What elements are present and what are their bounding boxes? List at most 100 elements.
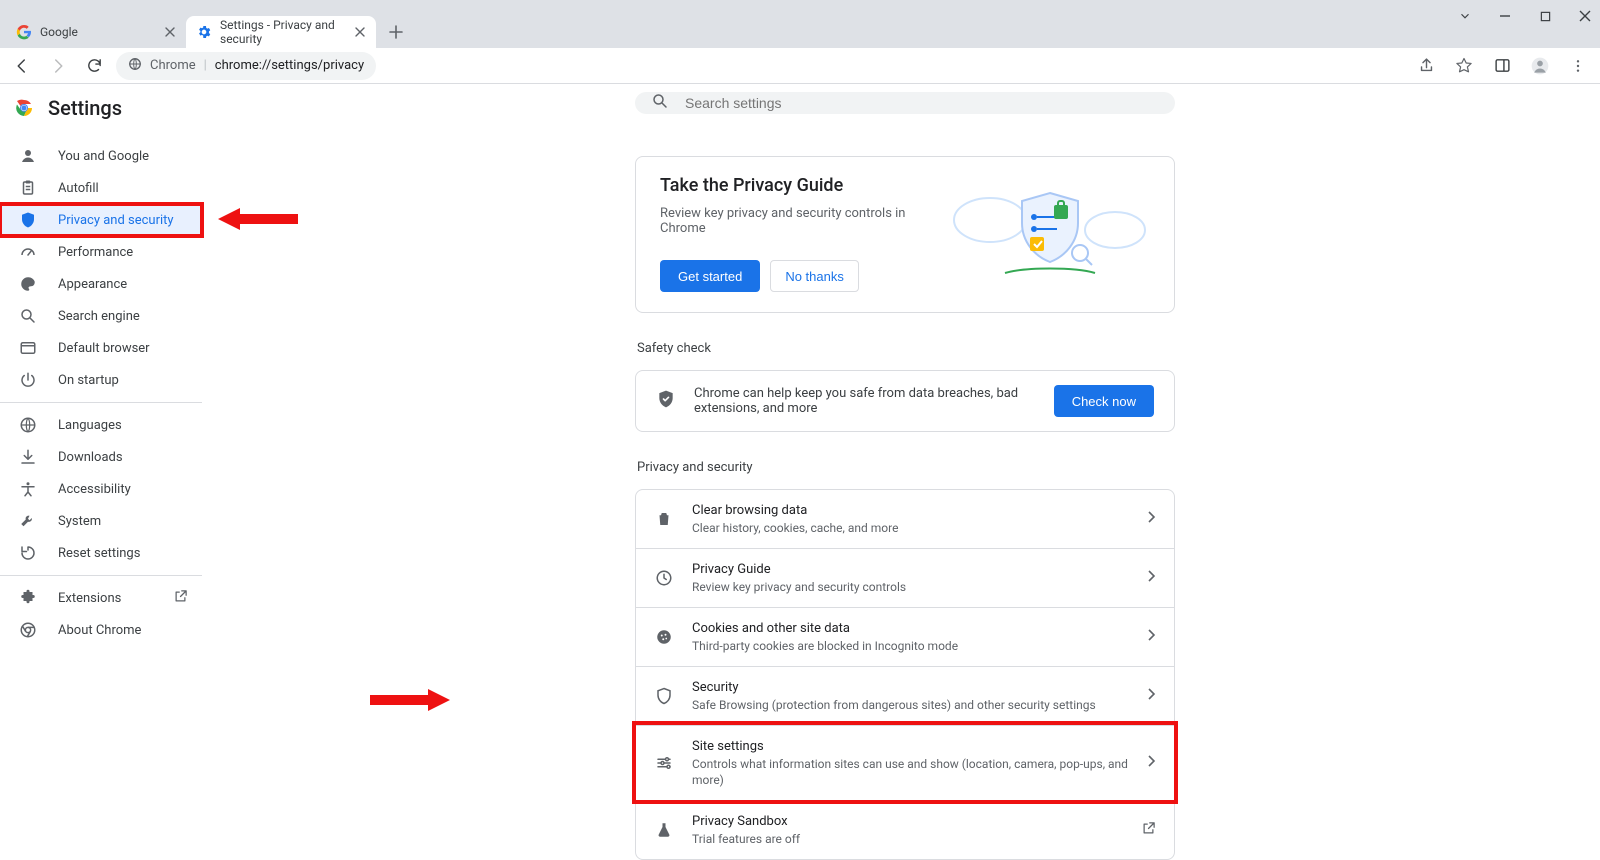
wrench-icon: [18, 511, 38, 531]
share-icon[interactable]: [1412, 52, 1440, 80]
row-clear-browsing-data[interactable]: Clear browsing dataClear history, cookie…: [636, 490, 1174, 548]
forward-button[interactable]: [44, 52, 72, 80]
chrome-outline-icon: [18, 620, 38, 640]
close-tab-icon[interactable]: [352, 24, 368, 40]
sidebar-item-label: Default browser: [58, 341, 150, 356]
browser-tab-strip: Google Settings - Privacy and security: [0, 0, 1600, 48]
settings-favicon-icon: [196, 24, 212, 40]
clipboard-icon: [18, 178, 38, 198]
sidebar-item-label: About Chrome: [58, 623, 141, 638]
chevron-right-icon: [1148, 688, 1156, 704]
globe-icon: [18, 415, 38, 435]
sidebar-item-languages[interactable]: Languages: [0, 409, 202, 441]
url-path: chrome://settings/privacy: [215, 58, 364, 73]
sidebar-item-performance[interactable]: Performance: [0, 236, 202, 268]
window-controls: [1456, 0, 1594, 32]
chevron-right-icon: [1148, 511, 1156, 527]
chevron-right-icon: [1148, 570, 1156, 586]
privacy-security-list: Clear browsing dataClear history, cookie…: [635, 489, 1175, 860]
section-label-safety-check: Safety check: [637, 341, 1175, 356]
privacy-guide-illustration: [950, 175, 1150, 285]
sidebar-item-label: Downloads: [58, 450, 123, 465]
chevron-down-icon[interactable]: [1456, 7, 1474, 25]
sidebar-item-label: Accessibility: [58, 482, 131, 497]
sidebar-item-label: Reset settings: [58, 546, 140, 561]
browser-toolbar: Chrome | chrome://settings/privacy: [0, 48, 1600, 84]
privacy-guide-title: Take the Privacy Guide: [660, 175, 930, 196]
sidebar-item-autofill[interactable]: Autofill: [0, 172, 202, 204]
row-security[interactable]: SecuritySafe Browsing (protection from d…: [636, 666, 1174, 725]
flask-icon: [654, 820, 674, 840]
row-privacy-sandbox[interactable]: Privacy SandboxTrial features are off: [636, 800, 1174, 859]
sidebar-item-label: Performance: [58, 245, 133, 260]
side-panel-icon[interactable]: [1488, 52, 1516, 80]
sidebar-item-label: Search engine: [58, 309, 140, 324]
open-in-new-icon: [173, 589, 188, 608]
sidebar-item-you-and-google[interactable]: You and Google: [0, 140, 202, 172]
maximize-icon[interactable]: [1536, 7, 1554, 25]
settings-search[interactable]: [635, 92, 1175, 114]
no-thanks-button[interactable]: No thanks: [770, 260, 859, 292]
chevron-right-icon: [1148, 755, 1156, 771]
compass-icon: [654, 568, 674, 588]
sidebar-item-label: On startup: [58, 373, 119, 388]
shield-icon: [18, 210, 38, 230]
sidebar-item-about-chrome[interactable]: About Chrome: [0, 614, 202, 646]
sidebar-item-label: System: [58, 514, 101, 529]
sidebar-item-label: Languages: [58, 418, 122, 433]
sidebar-item-search-engine[interactable]: Search engine: [0, 300, 202, 332]
privacy-guide-card: Take the Privacy Guide Review key privac…: [635, 156, 1175, 313]
chrome-menu-icon[interactable]: [1564, 52, 1592, 80]
sidebar-item-accessibility[interactable]: Accessibility: [0, 473, 202, 505]
tab-label: Settings - Privacy and security: [220, 18, 342, 46]
minimize-icon[interactable]: [1496, 7, 1514, 25]
close-window-icon[interactable]: [1576, 7, 1594, 25]
open-in-new-icon: [1141, 821, 1156, 840]
bookmark-star-icon[interactable]: [1450, 52, 1478, 80]
search-icon: [651, 92, 669, 114]
new-tab-button[interactable]: [382, 18, 410, 46]
sidebar-item-appearance[interactable]: Appearance: [0, 268, 202, 300]
reload-button[interactable]: [80, 52, 108, 80]
accessibility-icon: [18, 479, 38, 499]
download-icon: [18, 447, 38, 467]
sidebar-item-label: You and Google: [58, 149, 149, 164]
sidebar-item-reset-settings[interactable]: Reset settings: [0, 537, 202, 569]
settings-sidebar: You and Google Autofill Privacy and secu…: [0, 84, 210, 829]
trash-icon: [654, 509, 674, 529]
sidebar-item-label: Autofill: [58, 181, 99, 196]
browser-window-icon: [18, 338, 38, 358]
sidebar-item-on-startup[interactable]: On startup: [0, 364, 202, 396]
address-bar[interactable]: Chrome | chrome://settings/privacy: [116, 52, 376, 80]
tab-settings-privacy[interactable]: Settings - Privacy and security: [186, 16, 376, 48]
row-cookies[interactable]: Cookies and other site dataThird-party c…: [636, 607, 1174, 666]
row-privacy-guide[interactable]: Privacy GuideReview key privacy and secu…: [636, 548, 1174, 607]
sidebar-item-default-browser[interactable]: Default browser: [0, 332, 202, 364]
settings-main: Take the Privacy Guide Review key privac…: [210, 84, 1600, 829]
tab-google[interactable]: Google: [6, 16, 186, 48]
sidebar-item-extensions[interactable]: Extensions: [0, 582, 202, 614]
settings-page: Settings You and Google Autofill Privacy…: [0, 84, 1600, 829]
power-icon: [18, 370, 38, 390]
profile-avatar-icon[interactable]: [1526, 52, 1554, 80]
site-info-icon[interactable]: [128, 57, 142, 75]
sidebar-item-label: Extensions: [58, 591, 121, 606]
back-button[interactable]: [8, 52, 36, 80]
sidebar-item-label: Privacy and security: [58, 213, 174, 228]
person-icon: [18, 146, 38, 166]
row-site-settings[interactable]: Site settingsControls what information s…: [636, 725, 1174, 800]
privacy-guide-subtitle: Review key privacy and security controls…: [660, 206, 930, 236]
shield-outline-icon: [654, 686, 674, 706]
check-now-button[interactable]: Check now: [1054, 385, 1154, 417]
sidebar-item-label: Appearance: [58, 277, 127, 292]
settings-search-input[interactable]: [683, 94, 1159, 112]
sidebar-item-downloads[interactable]: Downloads: [0, 441, 202, 473]
get-started-button[interactable]: Get started: [660, 260, 760, 292]
cookie-icon: [654, 627, 674, 647]
speedometer-icon: [18, 242, 38, 262]
sidebar-item-privacy-and-security[interactable]: Privacy and security: [0, 204, 202, 236]
tab-label: Google: [40, 25, 78, 39]
close-tab-icon[interactable]: [162, 24, 178, 40]
chevron-right-icon: [1148, 629, 1156, 645]
sidebar-item-system[interactable]: System: [0, 505, 202, 537]
